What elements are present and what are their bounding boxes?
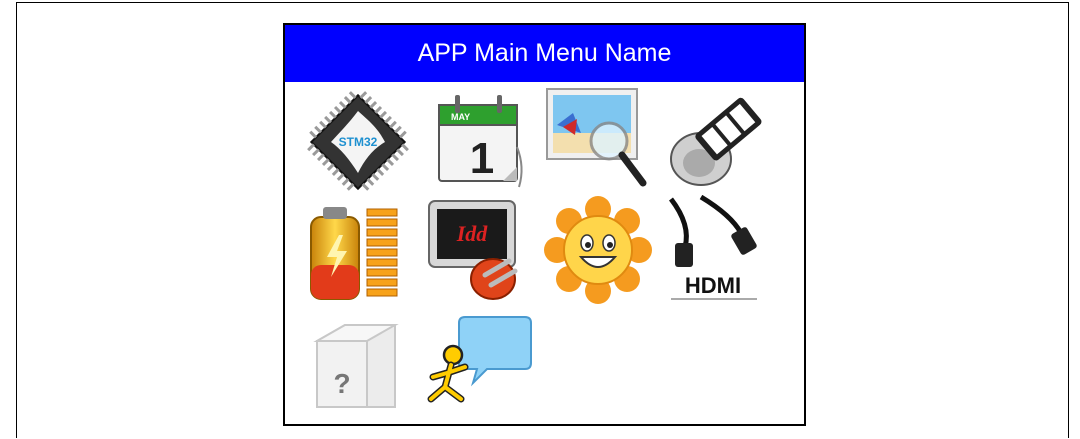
smiley-sun-icon[interactable] [543,195,653,305]
audio-player-icon[interactable] [661,87,771,197]
app-main-menu-window: APP Main Menu Name STM32 MAY 1 Idd HDMI … [283,23,806,426]
chat-messenger-icon[interactable] [425,307,535,417]
battery-icon[interactable] [303,195,413,305]
image-viewer-icon[interactable] [543,83,653,193]
stm32-chip-icon[interactable]: STM32 [303,87,413,197]
unknown-box-icon[interactable]: ? [303,311,413,421]
calendar-month: MAY [451,112,470,122]
hdmi-icon[interactable]: HDMI [661,195,771,305]
idd-label: Idd [456,221,489,246]
stm32-label: STM32 [339,135,378,149]
calendar-icon[interactable]: MAY 1 [425,87,535,197]
hdmi-label: HDMI [685,273,741,298]
app-title: APP Main Menu Name [417,39,672,67]
app-title-bar: APP Main Menu Name [285,25,804,82]
unknown-box-label: ? [333,368,350,399]
idd-measurement-icon[interactable]: Idd [425,195,535,305]
calendar-day: 1 [470,134,494,183]
